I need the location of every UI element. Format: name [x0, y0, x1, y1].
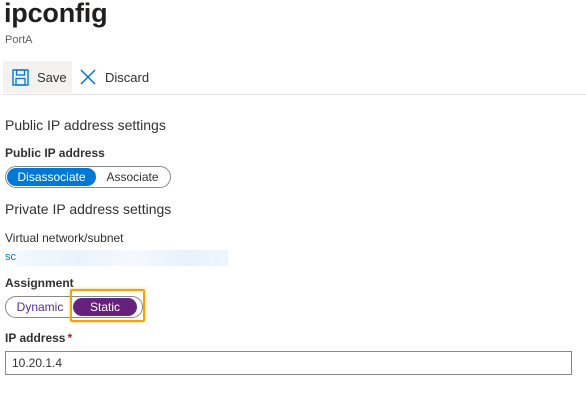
public-ip-toggle: Disassociate Associate [5, 166, 171, 188]
associate-option[interactable]: Associate [96, 168, 169, 186]
vnet-subnet-label: Virtual network/subnet [5, 231, 124, 245]
ip-address-label: IP address [5, 331, 66, 345]
public-ip-section-title: Public IP address settings [5, 117, 166, 133]
private-ip-section-title: Private IP address settings [5, 201, 172, 217]
page-subtitle: PortA [5, 34, 33, 46]
save-button[interactable]: Save [3, 61, 72, 93]
dynamic-option[interactable]: Dynamic [7, 298, 73, 316]
save-icon [11, 68, 29, 86]
save-label: Save [37, 69, 67, 85]
discard-button[interactable]: Discard [77, 61, 149, 93]
required-asterisk: * [67, 331, 73, 345]
redacted-region [16, 250, 228, 266]
page-title: ipconfig [4, 0, 108, 28]
disassociate-option[interactable]: Disassociate [7, 168, 96, 186]
command-bar: Save Discard [3, 60, 586, 95]
ip-address-label-row: IP address * [5, 331, 72, 345]
public-ip-label: Public IP address [5, 146, 105, 160]
ip-address-input[interactable] [5, 351, 572, 375]
assignment-label: Assignment [5, 276, 74, 290]
discard-label: Discard [105, 69, 150, 85]
static-highlight-box [70, 289, 145, 322]
close-icon [79, 68, 97, 86]
vnet-subnet-link[interactable]: sc [5, 251, 16, 263]
